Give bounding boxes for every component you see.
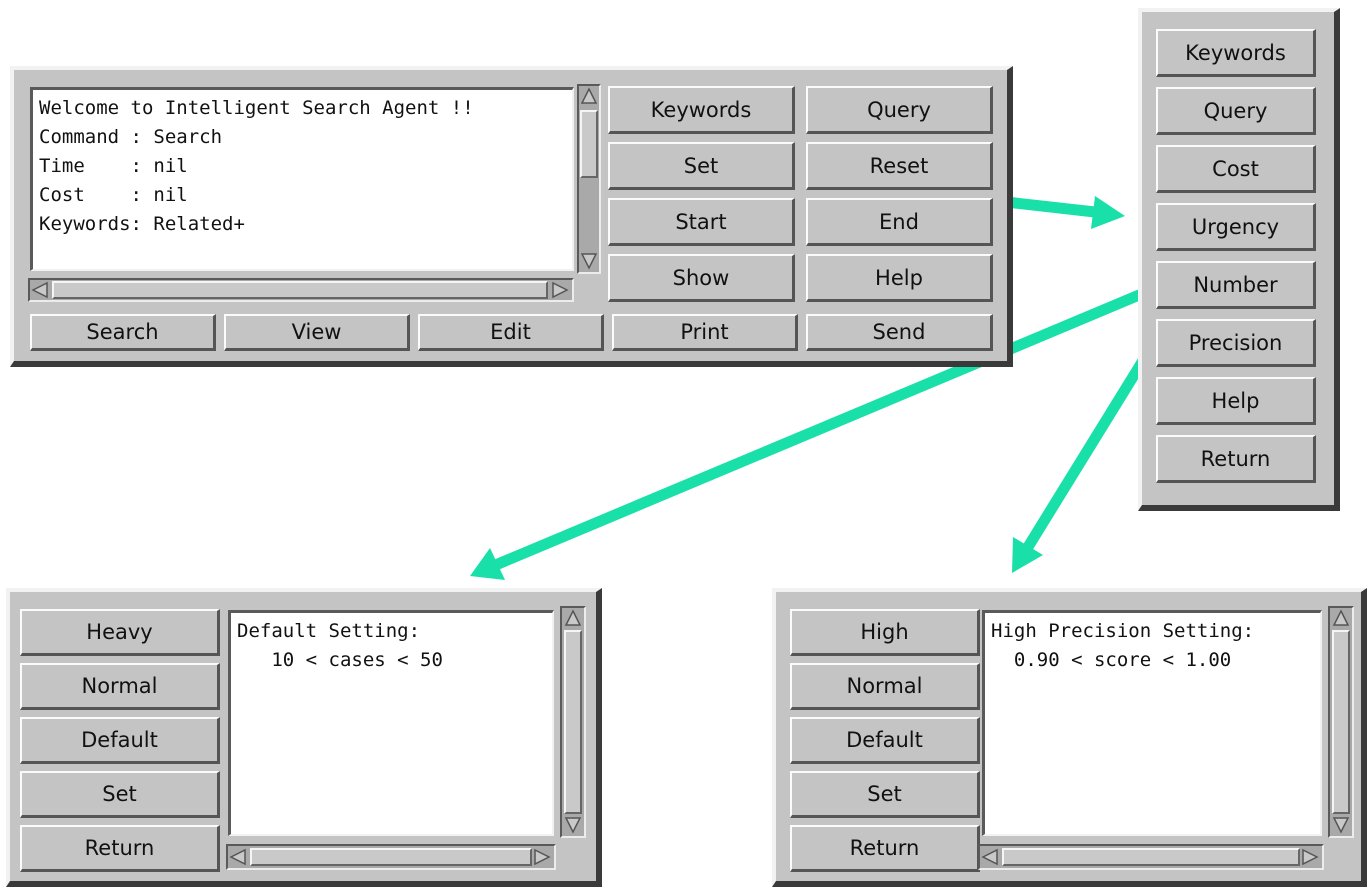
query-button[interactable]: Query — [806, 86, 993, 134]
scroll-left-icon[interactable] — [981, 848, 999, 866]
help-button[interactable]: Help — [806, 254, 993, 302]
number-vertical-scrollbar[interactable] — [560, 606, 586, 838]
scroll-thumb[interactable] — [580, 110, 598, 178]
number-setting-text-area[interactable]: Default Setting: 10 < cases < 50 — [228, 610, 554, 836]
default-button[interactable]: Default — [790, 717, 980, 764]
scroll-left-icon[interactable] — [229, 848, 247, 866]
menu-keywords-button[interactable]: Keywords — [1156, 29, 1316, 77]
reset-button[interactable]: Reset — [806, 142, 993, 190]
text-line: Welcome to Intelligent Search Agent !! — [39, 97, 474, 119]
main-window: Welcome to Intelligent Search Agent !! Co… — [10, 66, 1013, 367]
text-line: High Precision Setting: — [991, 620, 1255, 642]
scroll-left-icon[interactable] — [31, 281, 49, 299]
default-button[interactable]: Default — [20, 717, 220, 764]
set-menu-window: Keywords Query Cost Urgency Number Preci… — [1138, 8, 1340, 511]
scroll-thumb[interactable] — [564, 630, 582, 814]
set-button[interactable]: Set — [608, 142, 795, 190]
keywords-button[interactable]: Keywords — [608, 86, 795, 134]
scroll-right-icon[interactable] — [533, 848, 551, 866]
scroll-down-icon[interactable] — [580, 252, 598, 270]
scroll-right-icon[interactable] — [551, 281, 569, 299]
return-button[interactable]: Return — [20, 825, 220, 872]
normal-button[interactable]: Normal — [20, 663, 220, 710]
text-line: 10 < cases < 50 — [237, 649, 443, 671]
search-button[interactable]: Search — [30, 314, 216, 351]
main-text-area[interactable]: Welcome to Intelligent Search Agent !! Co… — [30, 87, 574, 271]
view-button[interactable]: View — [224, 314, 410, 351]
normal-button[interactable]: Normal — [790, 663, 980, 710]
menu-help-button[interactable]: Help — [1156, 377, 1316, 425]
menu-query-button[interactable]: Query — [1156, 87, 1316, 135]
scroll-thumb[interactable] — [1002, 848, 1300, 866]
number-setting-window: Heavy Normal Default Set Return Default … — [6, 588, 602, 887]
text-line: Default Setting: — [237, 620, 421, 642]
end-button[interactable]: End — [806, 198, 993, 246]
scroll-up-icon[interactable] — [580, 87, 598, 105]
send-button[interactable]: Send — [806, 314, 993, 351]
main-horizontal-scrollbar[interactable] — [28, 278, 574, 302]
precision-horizontal-scrollbar[interactable] — [978, 844, 1324, 870]
precision-setting-text-area[interactable]: High Precision Setting: 0.90 < score < 1… — [982, 610, 1322, 836]
text-line: 0.90 < score < 1.00 — [991, 649, 1232, 671]
menu-precision-button[interactable]: Precision — [1156, 319, 1316, 367]
precision-vertical-scrollbar[interactable] — [1328, 606, 1354, 838]
text-line: Command : Search — [39, 126, 223, 148]
menu-return-button[interactable]: Return — [1156, 435, 1316, 483]
set-button[interactable]: Set — [790, 771, 980, 818]
text-line: Keywords: Related+ — [39, 213, 245, 235]
text-line: Cost : nil — [39, 184, 188, 206]
scroll-up-icon[interactable] — [1332, 609, 1350, 627]
edit-button[interactable]: Edit — [418, 314, 604, 351]
show-button[interactable]: Show — [608, 254, 795, 302]
scroll-down-icon[interactable] — [564, 816, 582, 834]
precision-setting-window: High Normal Default Set Return High Prec… — [772, 588, 1367, 887]
main-vertical-scrollbar[interactable] — [577, 84, 601, 274]
heavy-button[interactable]: Heavy — [20, 609, 220, 656]
high-button[interactable]: High — [790, 609, 980, 656]
scroll-thumb[interactable] — [52, 281, 548, 299]
scroll-right-icon[interactable] — [1301, 848, 1319, 866]
scroll-up-icon[interactable] — [564, 609, 582, 627]
return-button[interactable]: Return — [790, 825, 980, 872]
menu-number-button[interactable]: Number — [1156, 261, 1316, 309]
start-button[interactable]: Start — [608, 198, 795, 246]
scroll-down-icon[interactable] — [1332, 816, 1350, 834]
print-button[interactable]: Print — [612, 314, 798, 351]
scroll-thumb[interactable] — [1332, 630, 1350, 814]
arrow-set-to-menu-head — [1091, 196, 1125, 229]
text-line: Time : nil — [39, 155, 188, 177]
set-button[interactable]: Set — [20, 771, 220, 818]
menu-cost-button[interactable]: Cost — [1156, 145, 1316, 193]
scroll-thumb[interactable] — [250, 848, 532, 866]
number-horizontal-scrollbar[interactable] — [226, 844, 556, 870]
menu-urgency-button[interactable]: Urgency — [1156, 203, 1316, 251]
